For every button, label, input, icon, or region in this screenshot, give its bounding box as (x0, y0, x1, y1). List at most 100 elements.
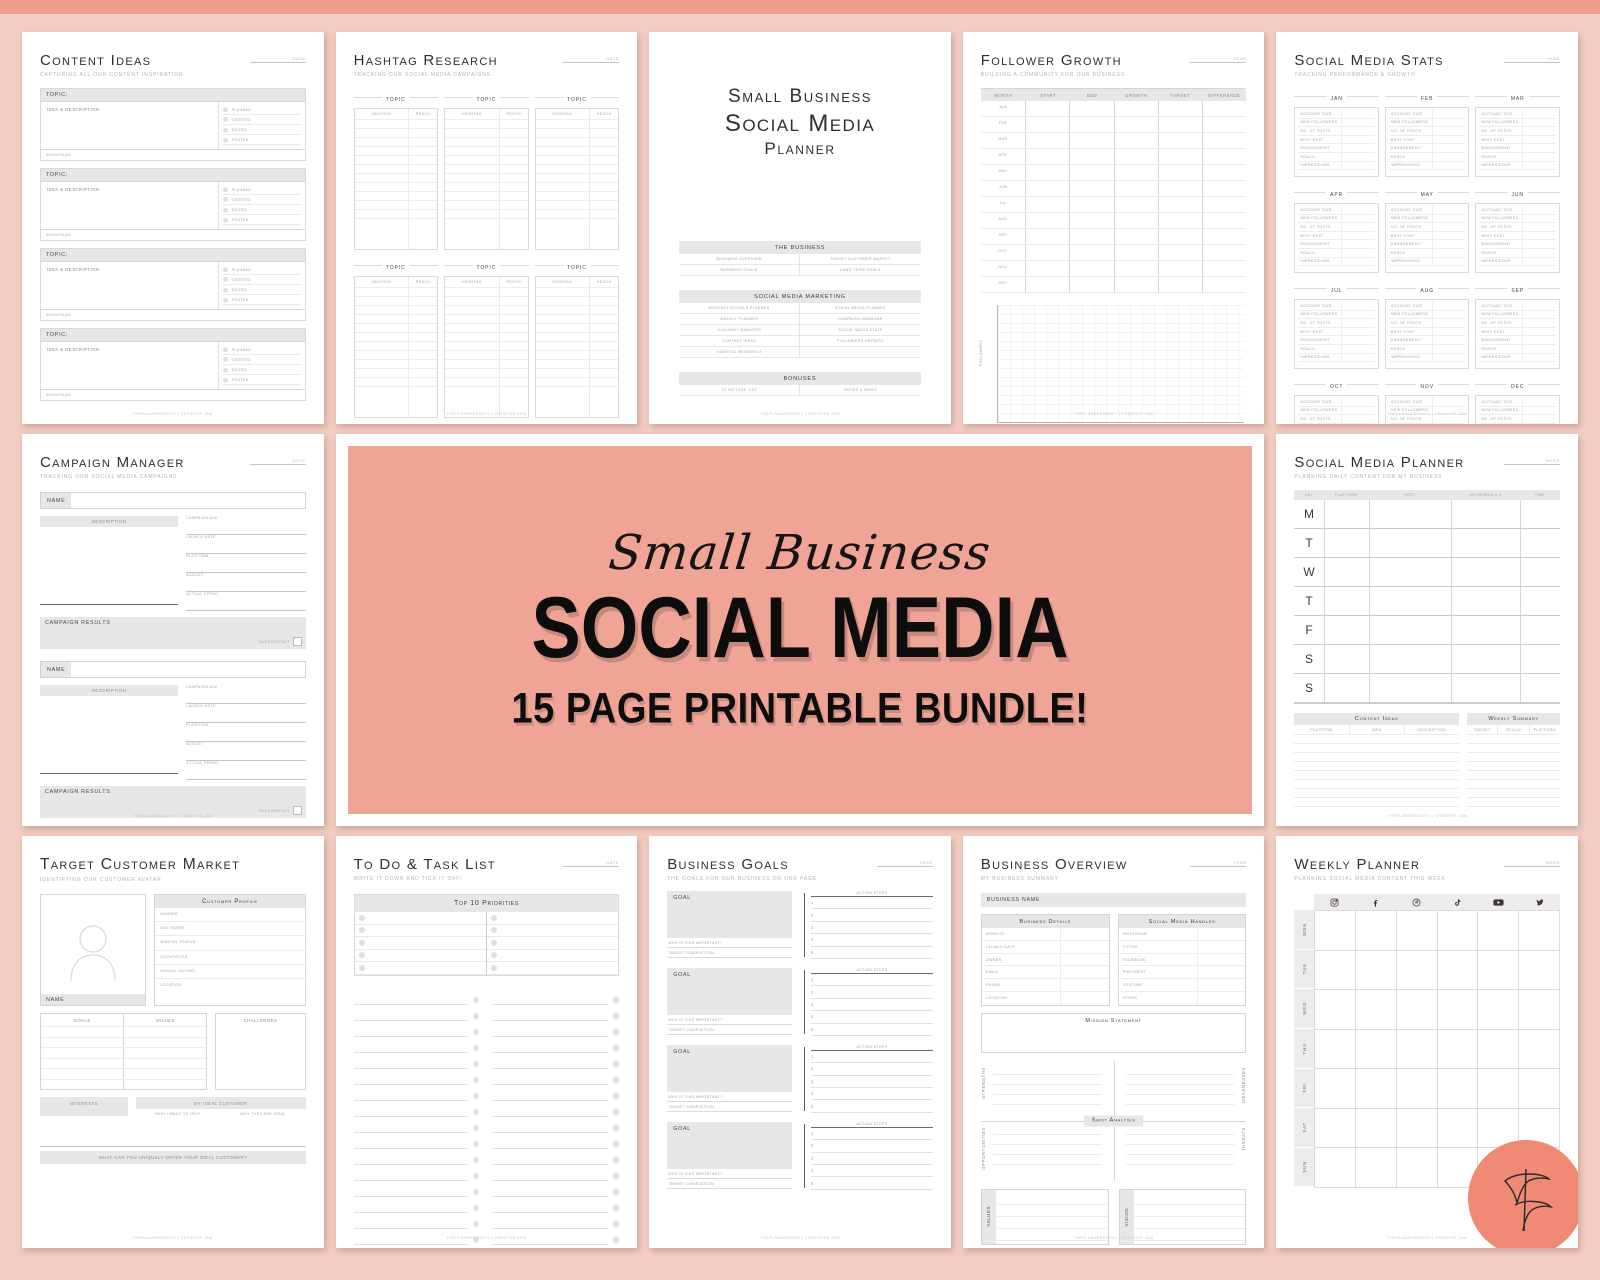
detail-row[interactable]: PHONE (981, 979, 1109, 992)
cell[interactable] (1323, 587, 1369, 615)
challenges-box[interactable]: CHALLENGES (215, 1013, 306, 1090)
row[interactable] (445, 128, 499, 137)
checkbox-row[interactable]: POSTED (222, 136, 301, 146)
checkbox-icon[interactable] (473, 1220, 480, 1227)
checkbox-icon[interactable] (613, 1092, 620, 1099)
stat-row[interactable]: NEW FOLLOWERS (1388, 310, 1466, 320)
priority-item[interactable] (354, 937, 486, 950)
row[interactable] (535, 332, 590, 341)
checkbox-icon[interactable] (473, 1156, 480, 1163)
cell[interactable] (1026, 261, 1071, 276)
task-item[interactable] (493, 1056, 620, 1072)
value-cell[interactable] (124, 1048, 206, 1058)
row[interactable] (590, 191, 619, 200)
business-details-table[interactable]: Business Details WEBSITE LAUNCH DATE OWNER… (980, 914, 1110, 1006)
task-line[interactable] (353, 1010, 469, 1021)
value-cell[interactable] (124, 1059, 206, 1069)
task-line[interactable] (493, 994, 609, 1005)
campaign-results[interactable]: CAMPAIGN RESULTS SUCCESSFUL? (40, 617, 306, 649)
stat-row[interactable]: ENGAGEMENT (1298, 240, 1375, 249)
cell[interactable] (1520, 500, 1560, 528)
checkbox-row[interactable]: EDITED (222, 206, 301, 216)
checkbox-icon[interactable] (358, 939, 365, 946)
cell[interactable] (1323, 529, 1369, 557)
stat-row[interactable]: ENGAGEMENT (1479, 144, 1556, 153)
date-field[interactable]: DATE (249, 458, 306, 465)
handle-row[interactable]: TIKTOK (1118, 940, 1246, 954)
metric-value[interactable] (1522, 302, 1556, 310)
row[interactable] (499, 350, 528, 359)
detail-value[interactable] (1060, 928, 1108, 940)
row[interactable] (354, 296, 409, 305)
cell[interactable] (1356, 950, 1397, 989)
checkbox-icon[interactable] (613, 1220, 620, 1227)
field-launch-date[interactable]: LAUNCH DATE (186, 704, 306, 723)
metric-value[interactable] (1522, 240, 1556, 248)
metric-value[interactable] (1341, 118, 1375, 127)
row[interactable] (354, 137, 409, 146)
cover-item[interactable]: SOCIAL MEDIA STATS (799, 325, 921, 336)
row[interactable] (354, 359, 409, 368)
swot-line[interactable] (992, 1135, 1102, 1145)
stat-row[interactable]: NO. OF POSTS (1388, 415, 1466, 424)
mission-statement-box[interactable]: Mission Statement (980, 1012, 1247, 1053)
swot-line[interactable] (992, 1155, 1102, 1165)
stat-row[interactable]: ENGAGEMENT (1388, 240, 1466, 249)
profile-row[interactable]: ANNUAL INCOME (155, 965, 305, 979)
row[interactable] (1467, 743, 1560, 752)
cell[interactable] (1356, 1069, 1397, 1108)
cell[interactable] (1159, 229, 1204, 244)
checkbox-icon[interactable] (473, 1124, 480, 1131)
stat-row[interactable]: BEST POST (1479, 231, 1556, 241)
swot-line[interactable] (1125, 1125, 1235, 1135)
action-step[interactable]: 4 (811, 934, 933, 947)
row[interactable] (354, 332, 409, 341)
swot-line[interactable] (1125, 1065, 1235, 1075)
row[interactable] (354, 218, 409, 227)
row[interactable] (445, 368, 499, 377)
checkbox-icon[interactable] (490, 914, 497, 921)
row[interactable] (354, 182, 409, 191)
cell[interactable] (1323, 558, 1369, 586)
stat-row[interactable]: BEST POST (1479, 135, 1556, 145)
goal-sublabel[interactable]: WHY IS THIS IMPORTANT? (667, 1015, 793, 1025)
task-item[interactable] (353, 1040, 480, 1056)
goal-value-row[interactable] (41, 1026, 207, 1037)
task-line[interactable] (493, 1074, 609, 1085)
cell[interactable] (1159, 101, 1204, 116)
stat-row[interactable]: IMPRESSIONS (1298, 257, 1375, 267)
row[interactable] (445, 359, 499, 368)
row[interactable] (590, 287, 619, 296)
checkbox-row[interactable]: PLANNED (222, 106, 301, 115)
metric-value[interactable] (1431, 240, 1466, 248)
action-step[interactable]: 4 (811, 1165, 933, 1178)
task-line[interactable] (493, 1058, 609, 1069)
checkbox-icon[interactable] (222, 347, 228, 353)
task-item[interactable] (353, 1200, 480, 1216)
cover-item[interactable]: FOLLOWERS GROWTH (799, 336, 921, 347)
goal-sublabel[interactable]: TARGET COMPLETION (667, 1025, 793, 1035)
row[interactable] (354, 287, 409, 296)
metric-value[interactable] (1522, 257, 1556, 266)
hashtags-field[interactable]: #HASHTAGS (41, 309, 305, 320)
priority-item[interactable] (486, 962, 619, 975)
goal-sublabel[interactable]: TARGET COMPLETION (667, 1179, 793, 1189)
date-field[interactable]: WEEK (1504, 458, 1560, 465)
checkbox-icon[interactable] (613, 1140, 620, 1147)
task-item[interactable] (353, 1024, 480, 1040)
row[interactable] (409, 377, 438, 386)
metric-value[interactable] (1522, 327, 1556, 336)
action-step[interactable]: 3 (811, 999, 933, 1012)
row[interactable] (409, 155, 438, 164)
stat-box[interactable]: ACCOUNT SIZE NEW FOLLOWERS NO. OF POSTS BES… (1475, 107, 1560, 177)
line[interactable] (1133, 1217, 1246, 1229)
row[interactable] (409, 191, 438, 200)
cell[interactable] (1451, 500, 1521, 528)
row[interactable] (590, 296, 619, 305)
action-step[interactable]: 3 (811, 922, 933, 935)
metric-value[interactable] (1522, 319, 1556, 327)
profile-row[interactable]: LOCATION (155, 979, 304, 993)
row[interactable] (409, 146, 438, 155)
action-step[interactable]: 1 (811, 974, 933, 987)
stat-row[interactable]: NO. OF POSTS (1388, 319, 1466, 328)
